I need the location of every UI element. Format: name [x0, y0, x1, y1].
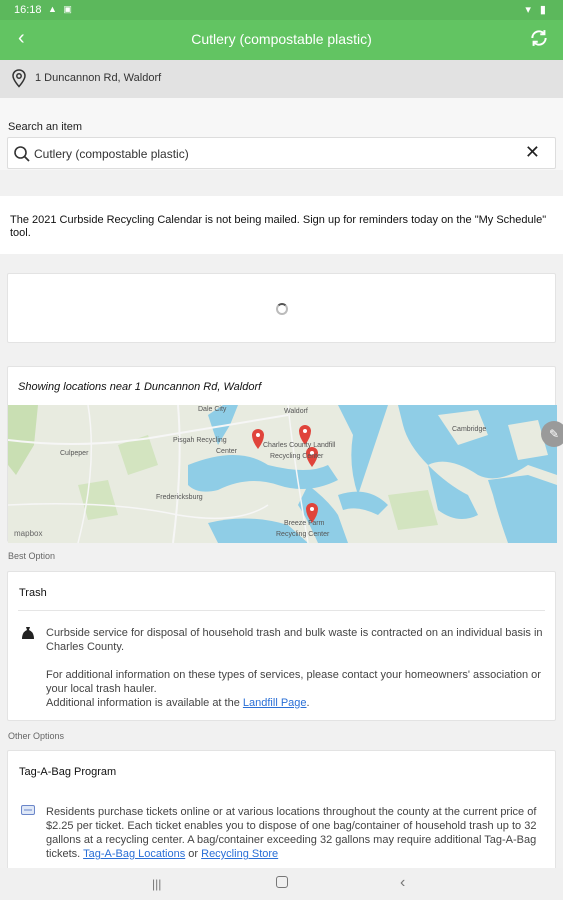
map-label: Pisgah Recycling: [173, 437, 227, 444]
battery-wifi-icon: ▾ ▮: [525, 4, 549, 16]
search-icon: [14, 146, 30, 162]
map-graphic: Dale City Waldorf Pisgah Recycling Cente…: [8, 405, 557, 543]
landfill-page-link[interactable]: Landfill Page: [243, 697, 307, 709]
address-bar[interactable]: 1 Duncannon Rd, Waldorf: [0, 60, 563, 98]
location-pin-icon: [12, 69, 26, 88]
search-value: Cutlery (compostable plastic): [34, 147, 189, 161]
mapbox-attribution: mapbox: [14, 529, 42, 538]
option-title: Tag-A-Bag Program: [19, 766, 117, 778]
system-nav-bar: ||| ‹: [0, 868, 563, 900]
page-title: Cutlery (compostable plastic): [191, 31, 372, 47]
map-label: Cambridge: [452, 426, 486, 433]
option-description: Residents purchase tickets online or at …: [46, 805, 543, 861]
map-label: Waldorf: [284, 408, 308, 415]
home-icon[interactable]: [276, 876, 288, 888]
map-label: Recycling Center: [270, 453, 324, 460]
option-description: Curbside service for disposal of househo…: [46, 626, 543, 710]
status-time: 16:18: [14, 4, 42, 16]
loading-card: [7, 273, 556, 343]
best-option-label: Best Option: [8, 551, 56, 561]
map-label: Breeze Farm: [284, 520, 325, 527]
option-title: Trash: [19, 587, 47, 599]
notice-banner: The 2021 Curbside Recycling Calendar is …: [0, 196, 563, 254]
status-bar: 16:18 ▲ ▣ ▾ ▮: [0, 0, 563, 20]
recents-icon[interactable]: |||: [152, 877, 161, 891]
map-card: Showing locations near 1 Duncannon Rd, W…: [7, 366, 557, 543]
refresh-icon[interactable]: [529, 28, 549, 48]
map-caption: Showing locations near 1 Duncannon Rd, W…: [18, 381, 262, 393]
other-options-label: Other Options: [8, 731, 65, 741]
option-paragraph: For additional information on these type…: [46, 669, 541, 695]
map-expand-icon[interactable]: ✎: [541, 421, 563, 447]
map-label: Center: [216, 448, 238, 455]
map-label: Fredericksburg: [156, 494, 203, 501]
option-paragraph: Curbside service for disposal of househo…: [46, 627, 543, 653]
divider: [18, 610, 545, 611]
back-icon[interactable]: ‹: [400, 874, 405, 892]
text: Additional information is available at t…: [46, 697, 243, 709]
best-option-card: Trash Curbside service for disposal of h…: [7, 571, 556, 721]
search-label: Search an item: [8, 121, 82, 133]
map-label: Culpeper: [60, 450, 89, 457]
locations-map[interactable]: Dale City Waldorf Pisgah Recycling Cente…: [8, 405, 557, 543]
trash-bag-icon: [22, 627, 34, 639]
search-input[interactable]: Cutlery (compostable plastic) ✕: [7, 137, 556, 169]
map-label: Dale City: [198, 406, 227, 413]
loading-spinner-icon: [276, 303, 288, 315]
map-label: Charles County Landfill: [263, 442, 336, 449]
notification-icons: ▲ ▣: [48, 4, 74, 14]
ticket-icon: [21, 805, 35, 815]
map-label: Recycling Center: [276, 531, 330, 538]
other-option-card: Tag-A-Bag Program Residents purchase tic…: [7, 750, 556, 880]
recycling-store-link[interactable]: Recycling Store: [201, 848, 278, 860]
address-text: 1 Duncannon Rd, Waldorf: [35, 72, 162, 84]
clear-icon[interactable]: ✕: [525, 143, 540, 161]
app-bar: ‹ Cutlery (compostable plastic): [0, 20, 563, 60]
option-paragraph: Additional information is available at t…: [46, 696, 543, 710]
text: or: [185, 848, 202, 860]
tag-a-bag-locations-link[interactable]: Tag-A-Bag Locations: [83, 848, 185, 860]
text: .: [306, 697, 310, 709]
